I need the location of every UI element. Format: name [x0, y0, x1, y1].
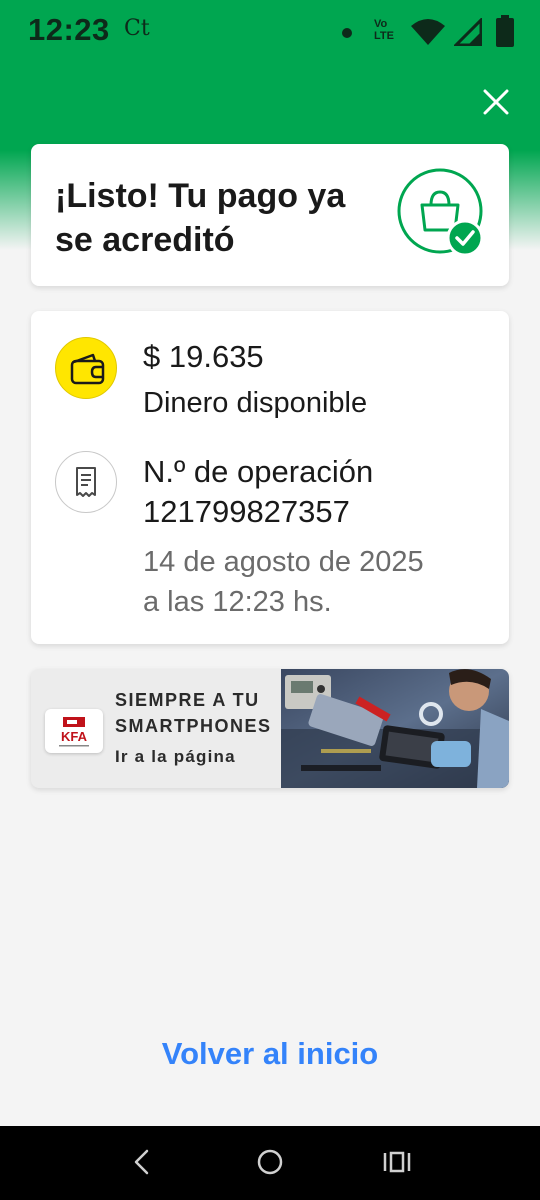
volte-line1: Vo [374, 18, 388, 30]
amount-label: Dinero disponible [143, 387, 368, 419]
operation-date-line1: 14 de agosto de 2025 [143, 546, 424, 578]
close-icon[interactable] [478, 84, 514, 120]
shopping-bag-check-icon [397, 168, 484, 257]
status-time: 12:23 [28, 12, 110, 47]
operation-number: 121799827357 [143, 494, 350, 529]
back-home-link[interactable]: Volver al inicio [0, 1036, 540, 1072]
ad-link[interactable]: Ir a la página [115, 747, 236, 767]
signal-icon [454, 18, 482, 46]
brand-logo-text: KFA [61, 729, 88, 744]
recent-apps-icon[interactable] [380, 1146, 414, 1178]
brand-logo: KFA [45, 709, 103, 753]
carrier-icon: Ct [124, 16, 150, 41]
ad-banner[interactable]: KFA SIEMPRE A TU SMARTPHONES DE Ir a la … [31, 669, 509, 788]
success-card: ¡Listo! Tu pago ya se acreditó [31, 144, 509, 286]
amount-value: $ 19.635 [143, 339, 264, 374]
ad-title: SIEMPRE A TU SMARTPHONES DE [115, 690, 272, 743]
operation-label: N.º de operación [143, 454, 374, 489]
receipt-icon [55, 451, 117, 513]
dot-icon [342, 28, 352, 38]
operation-date: 14 de agosto de 2025 a las 12:23 hs. [143, 542, 483, 622]
payment-details-card: $ 19.635 Dinero disponible N.º de operac… [31, 311, 509, 644]
success-title: ¡Listo! Tu pago ya se acreditó [55, 177, 346, 259]
operation-date-line2: a las 12:23 hs. [143, 586, 332, 618]
status-bar: 12:23 Ct Vo LTE [0, 0, 540, 62]
wifi-icon [411, 19, 445, 45]
volte-badge: Vo LTE [374, 18, 394, 42]
home-icon[interactable] [254, 1146, 286, 1178]
ad-image [281, 669, 509, 788]
system-nav-bar [0, 1126, 540, 1200]
back-icon[interactable] [126, 1146, 158, 1178]
wallet-icon [55, 337, 117, 399]
battery-icon [496, 15, 514, 47]
volte-line2: LTE [374, 30, 394, 42]
